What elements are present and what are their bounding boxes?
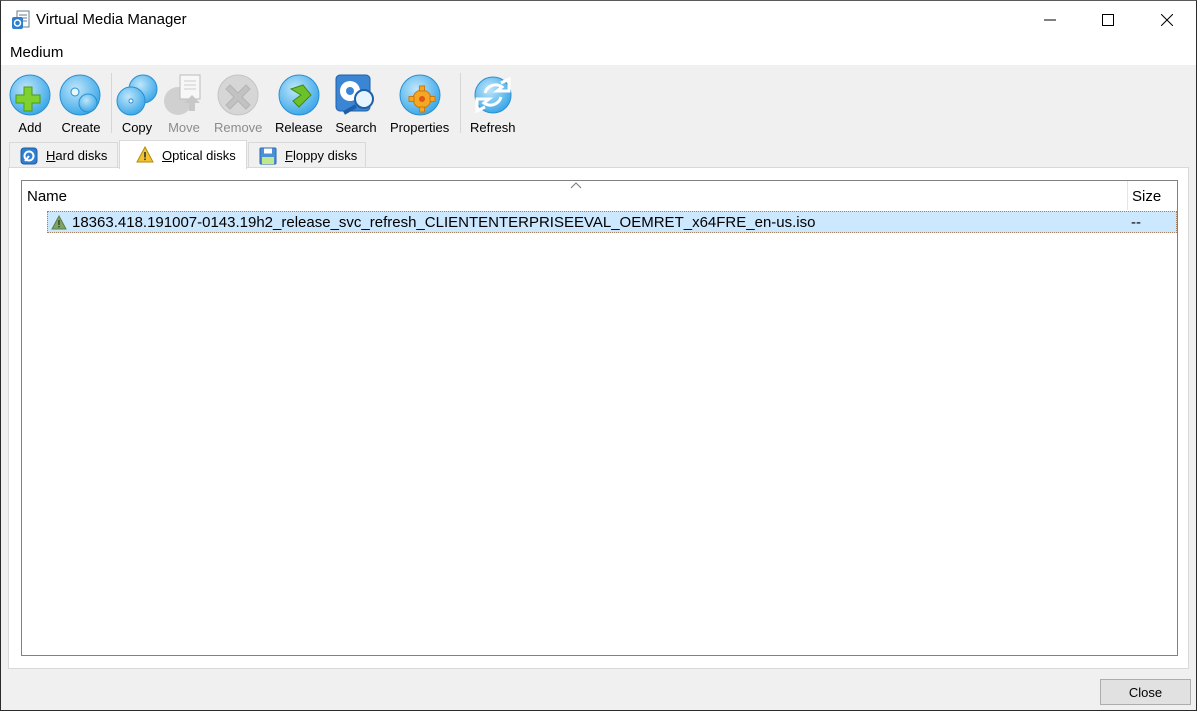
move-button[interactable]: Move [162, 73, 206, 135]
properties-button[interactable]: Properties [390, 73, 449, 135]
refresh-label: Refresh [470, 120, 516, 135]
list-header: Name Size [22, 181, 1177, 210]
column-divider[interactable] [1127, 181, 1128, 210]
tab-optical-disks-label: Optical disks [162, 147, 236, 163]
menu-medium[interactable]: Medium [10, 44, 63, 61]
properties-label: Properties [390, 120, 450, 135]
create-button[interactable]: Create [59, 73, 103, 135]
menu-bar: Medium [1, 40, 1196, 65]
refresh-button[interactable]: Refresh [470, 73, 516, 135]
floppy-disk-icon [259, 147, 277, 164]
maximize-button[interactable] [1079, 1, 1137, 39]
tab-floppy-disks-label: Floppy disks [285, 148, 358, 163]
medium-size: -- [1131, 214, 1141, 231]
tab-panel: Name Size 18363.418.191007-0143.19h2_rel… [8, 167, 1189, 669]
create-disk-icon [59, 74, 101, 116]
hard-disk-icon [20, 147, 38, 164]
app-icon [12, 10, 30, 29]
close-button[interactable]: Close [1100, 679, 1191, 705]
remove-button[interactable]: Remove [214, 73, 262, 135]
search-button[interactable]: Search [334, 73, 378, 135]
maximize-icon [1102, 14, 1114, 26]
release-disk-icon [278, 74, 320, 116]
copy-button[interactable]: Copy [115, 73, 159, 135]
create-label: Create [61, 120, 101, 135]
search-disk-icon [335, 74, 374, 115]
remove-disk-icon [217, 74, 259, 116]
remove-label: Remove [214, 120, 263, 135]
media-type-tabs: Hard disks Optical disks Floppy disks [9, 140, 409, 169]
toolbar: Add Create Copy Move Remove Release Sear… [1, 65, 1196, 137]
sort-ascending-icon [570, 182, 582, 189]
add-label: Add [18, 120, 42, 135]
refresh-icon [474, 76, 512, 114]
tab-optical-disks[interactable]: Optical disks [119, 140, 247, 169]
minimize-button[interactable] [1021, 1, 1079, 39]
close-window-button[interactable] [1138, 1, 1196, 39]
list-row[interactable]: 18363.418.191007-0143.19h2_release_svc_r… [47, 211, 1177, 233]
title-bar: Virtual Media Manager [1, 1, 1196, 40]
tab-hard-disks-label: Hard disks [46, 148, 108, 163]
close-icon [1161, 14, 1173, 26]
column-header-size[interactable]: Size [1132, 188, 1161, 205]
add-button[interactable]: Add [8, 73, 52, 135]
window-title: Virtual Media Manager [36, 11, 187, 28]
tab-hard-disks[interactable]: Hard disks [9, 142, 118, 168]
release-button[interactable]: Release [275, 73, 323, 135]
release-label: Release [275, 120, 323, 135]
medium-name: 18363.418.191007-0143.19h2_release_svc_r… [72, 214, 816, 231]
toolbar-separator [111, 73, 112, 133]
move-disk-icon [164, 74, 201, 115]
warning-icon [136, 146, 154, 163]
copy-label: Copy [121, 120, 153, 135]
warning-icon [51, 215, 67, 230]
properties-gear-icon [399, 74, 441, 116]
move-label: Move [168, 120, 200, 135]
column-header-name[interactable]: Name [27, 188, 67, 205]
add-disk-icon [9, 74, 51, 116]
toolbar-separator [460, 73, 461, 133]
search-label: Search [335, 120, 377, 135]
tab-floppy-disks[interactable]: Floppy disks [248, 142, 366, 168]
media-list[interactable]: Name Size 18363.418.191007-0143.19h2_rel… [21, 180, 1178, 656]
copy-disk-icon [116, 74, 158, 116]
minimize-icon [1044, 19, 1056, 21]
virtual-media-manager-window: Virtual Media Manager Medium Add Create … [0, 0, 1197, 711]
